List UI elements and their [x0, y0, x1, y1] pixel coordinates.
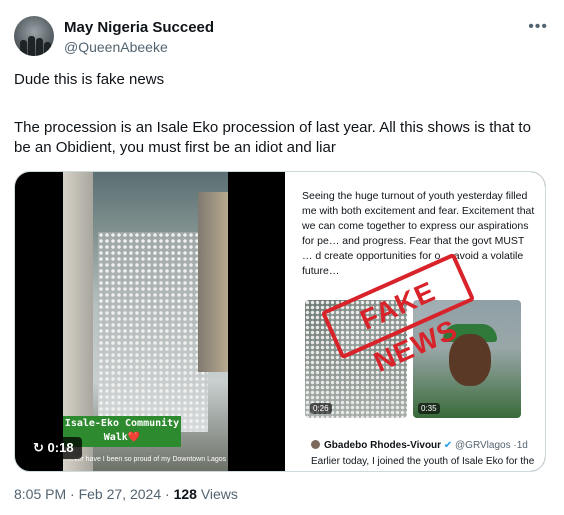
- tweet-text-line1: Dude this is fake news: [14, 71, 165, 88]
- quote-author: Gbadebo Rhodes-Vivour: [324, 440, 442, 451]
- replay-icon: ↻: [33, 440, 44, 455]
- avatar-figure: [28, 36, 35, 56]
- author-handle[interactable]: @QueenAbeeke: [64, 39, 168, 55]
- tweet-meta: 8:05 PM · Feb 27, 2024 · 128 Views: [14, 486, 238, 502]
- avatar-figure: [44, 42, 51, 56]
- screenshot-image[interactable]: Seeing the huge turnout of youth yesterd…: [285, 172, 545, 471]
- video-caption: …ver have I been so proud of my Downtown…: [67, 456, 227, 463]
- tweet-date[interactable]: Feb 27, 2024: [79, 486, 162, 502]
- avatar-figure: [20, 40, 27, 56]
- meta-separator: ·: [70, 486, 75, 502]
- quote-text: Earlier today, I joined the youth of Isa…: [311, 456, 535, 467]
- verified-badge-icon: ✔: [443, 440, 453, 451]
- quote-avatar: [311, 440, 320, 449]
- tweet-header: May Nigeria Succeed @QueenAbeeke •••: [14, 14, 550, 58]
- more-horizontal-icon[interactable]: •••: [528, 18, 548, 36]
- building-right: [198, 192, 228, 372]
- thumbnail-duration: 0:35: [418, 403, 440, 414]
- views-label: Views: [200, 486, 238, 502]
- author-name[interactable]: May Nigeria Succeed: [64, 19, 214, 36]
- meta-separator: ·: [165, 486, 170, 502]
- avatar[interactable]: [14, 16, 54, 56]
- media-container[interactable]: Isale-Eko Community Walk❤️ …ver have I b…: [14, 171, 546, 472]
- quote-handle: @GRVlagos: [455, 440, 511, 451]
- quote-age: 1d: [516, 440, 528, 451]
- quote-header: Gbadebo Rhodes-Vivour ✔ @GRVlagos ·1d: [311, 440, 528, 451]
- screenshot-post-text: Seeing the huge turnout of youth yesterd…: [302, 190, 535, 277]
- tweet-time[interactable]: 8:05 PM: [14, 486, 66, 502]
- avatar-figure: [36, 38, 43, 56]
- video-duration: 0:18: [47, 440, 74, 455]
- thumbnail-duration: 0:26: [310, 403, 332, 414]
- tweet-text-line2: The procession is an Isale Eko processio…: [14, 119, 531, 156]
- video-duration-pill[interactable]: ↻ 0:18: [25, 437, 82, 459]
- video-player[interactable]: Isale-Eko Community Walk❤️ …ver have I b…: [63, 172, 228, 471]
- views-count: 128: [173, 486, 197, 502]
- crowd-image: [98, 232, 208, 432]
